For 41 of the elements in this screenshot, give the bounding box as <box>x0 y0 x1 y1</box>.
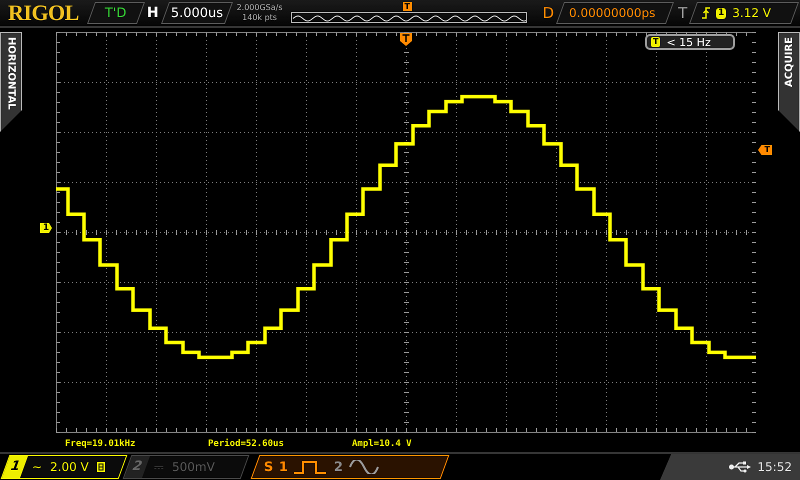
measurement-readout: Freq=19.01kHz <box>65 439 136 450</box>
measurement-readout: Ampl=10.4 V <box>352 439 413 450</box>
trigger-setting[interactable]: 1 3.12 V <box>689 2 800 24</box>
channel-scale: 2.00 V <box>50 460 89 474</box>
math-setting[interactable]: S 1 2 <box>250 455 450 479</box>
brand-logo: RIGOL <box>8 0 79 26</box>
delay-label: D <box>542 4 554 22</box>
square-wave-icon <box>294 460 328 474</box>
channel-number: 1 <box>2 456 28 478</box>
trigger-label: T <box>678 4 688 22</box>
memory-overview-icon <box>290 12 527 23</box>
horizontal-label: H <box>146 5 159 21</box>
math-source: 1 <box>279 460 288 474</box>
coupling-symbol: ~ <box>32 460 42 474</box>
horizontal-tab[interactable]: HORIZONTAL <box>0 32 22 132</box>
channel-number: 2 <box>124 456 150 478</box>
frequency-counter[interactable]: T < 15 Hz <box>645 34 735 50</box>
channel-offset-marker[interactable]: 1 <box>40 223 52 233</box>
trigger-level: 3.12 V <box>732 6 772 20</box>
run-status[interactable]: T'D <box>86 2 145 24</box>
usb-icon <box>729 461 752 473</box>
memory-depth: 140k pts <box>242 13 277 23</box>
counter-value: < 15 Hz <box>666 36 711 48</box>
trigger-source: 1 <box>716 8 727 18</box>
trigger-position-icon <box>400 33 412 46</box>
channel-setting[interactable]: 1 ~ 2.00 V <box>0 455 128 479</box>
trigger-position-marker[interactable]: T <box>402 2 412 11</box>
rising-edge-icon <box>702 7 710 19</box>
channel-scale: 500mV <box>172 460 215 474</box>
coupling-symbol: ⎓ <box>154 460 164 474</box>
counter-trigger-badge: T <box>651 37 660 47</box>
math-label: S <box>263 460 274 474</box>
trigger-level-marker[interactable]: T <box>758 145 772 155</box>
sample-rate: 2.000GSa/s <box>236 3 283 13</box>
acquire-tab[interactable]: ACQUIRE <box>778 32 800 132</box>
measurement-readout: Period=52.60us <box>208 439 285 450</box>
delay-value[interactable]: 0.00000000ps <box>556 2 674 24</box>
timebase-value[interactable]: 5.000us <box>160 2 233 24</box>
sine-wave-icon <box>349 460 380 474</box>
clock-time: 15:52 <box>757 460 792 474</box>
math-source: 2 <box>334 460 344 474</box>
